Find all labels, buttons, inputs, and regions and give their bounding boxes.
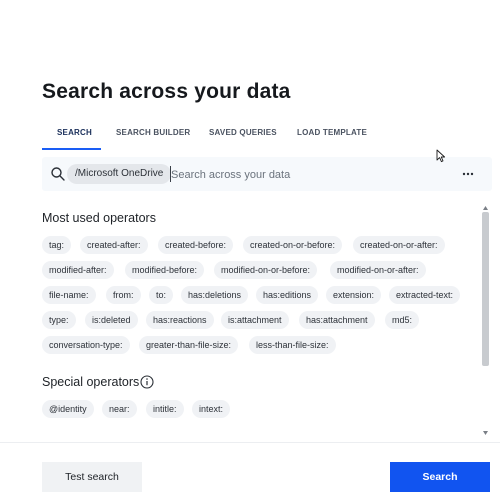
info-icon[interactable] <box>140 375 154 389</box>
operator-chip[interactable]: has:deletions <box>181 286 249 304</box>
search-icon <box>51 167 65 181</box>
scrollbar-thumb[interactable] <box>482 212 489 366</box>
scroll-up-arrow[interactable] <box>482 205 489 211</box>
search-bar: /Microsoft OneDrive <box>42 157 492 191</box>
operator-chip[interactable]: is:attachment <box>221 311 289 329</box>
operator-chip[interactable]: modified-after: <box>42 261 114 279</box>
special-operator-chip[interactable]: near: <box>102 400 137 418</box>
operator-chip[interactable]: greater-than-file-size: <box>139 336 239 354</box>
operator-chip[interactable]: less-than-file-size: <box>249 336 336 354</box>
operator-chip[interactable]: from: <box>106 286 141 304</box>
tab-bar: SEARCH SEARCH BUILDER SAVED QUERIES LOAD… <box>42 122 492 150</box>
search-button[interactable]: Search <box>390 462 490 492</box>
operator-chip[interactable]: created-after: <box>80 236 148 254</box>
operator-chip[interactable]: is:deleted <box>85 311 138 329</box>
operator-chip[interactable]: modified-before: <box>125 261 205 279</box>
tab-search[interactable]: SEARCH <box>57 122 92 150</box>
operators-panel: Most used operators tag: created-after: … <box>42 204 482 436</box>
operator-chip[interactable]: modified-on-or-after: <box>330 261 426 279</box>
tab-load-template[interactable]: LOAD TEMPLATE <box>297 122 367 150</box>
operator-chip[interactable]: type: <box>42 311 76 329</box>
page-title: Search across your data <box>42 80 291 103</box>
tab-saved-queries[interactable]: SAVED QUERIES <box>209 122 277 150</box>
operator-chip[interactable]: modified-on-or-before: <box>214 261 318 279</box>
scroll-down-arrow[interactable] <box>482 430 489 436</box>
operator-chip[interactable]: extension: <box>326 286 382 304</box>
operator-chip[interactable]: created-on-or-after: <box>353 236 445 254</box>
operator-chip[interactable]: created-on-or-before: <box>243 236 343 254</box>
mouse-cursor-icon <box>436 149 446 163</box>
operator-chip[interactable]: conversation-type: <box>42 336 130 354</box>
most-used-operators-title: Most used operators <box>42 211 156 225</box>
operator-chip[interactable]: tag: <box>42 236 72 254</box>
search-input[interactable] <box>171 165 441 184</box>
test-search-button[interactable]: Test search <box>42 462 142 492</box>
scope-chip[interactable]: /Microsoft OneDrive <box>67 164 172 184</box>
tab-search-builder[interactable]: SEARCH BUILDER <box>116 122 190 150</box>
special-operators-title: Special operators <box>42 375 140 389</box>
operator-chip[interactable]: has:attachment <box>299 311 375 329</box>
active-tab-indicator <box>42 148 101 150</box>
operator-chip[interactable]: has:editions <box>256 286 319 304</box>
more-horizontal-icon[interactable] <box>460 166 476 182</box>
special-operator-chip[interactable]: @identity <box>42 400 94 418</box>
operator-chip[interactable]: to: <box>149 286 174 304</box>
operator-chip[interactable]: md5: <box>385 311 420 329</box>
operator-chip[interactable]: has:reactions <box>146 311 214 329</box>
operator-chip[interactable]: extracted-text: <box>389 286 461 304</box>
operator-chip[interactable]: file-name: <box>42 286 96 304</box>
operator-chip[interactable]: created-before: <box>158 236 234 254</box>
footer-divider <box>0 442 500 443</box>
special-operator-chip[interactable]: intitle: <box>146 400 184 418</box>
special-operator-chip[interactable]: intext: <box>192 400 231 418</box>
